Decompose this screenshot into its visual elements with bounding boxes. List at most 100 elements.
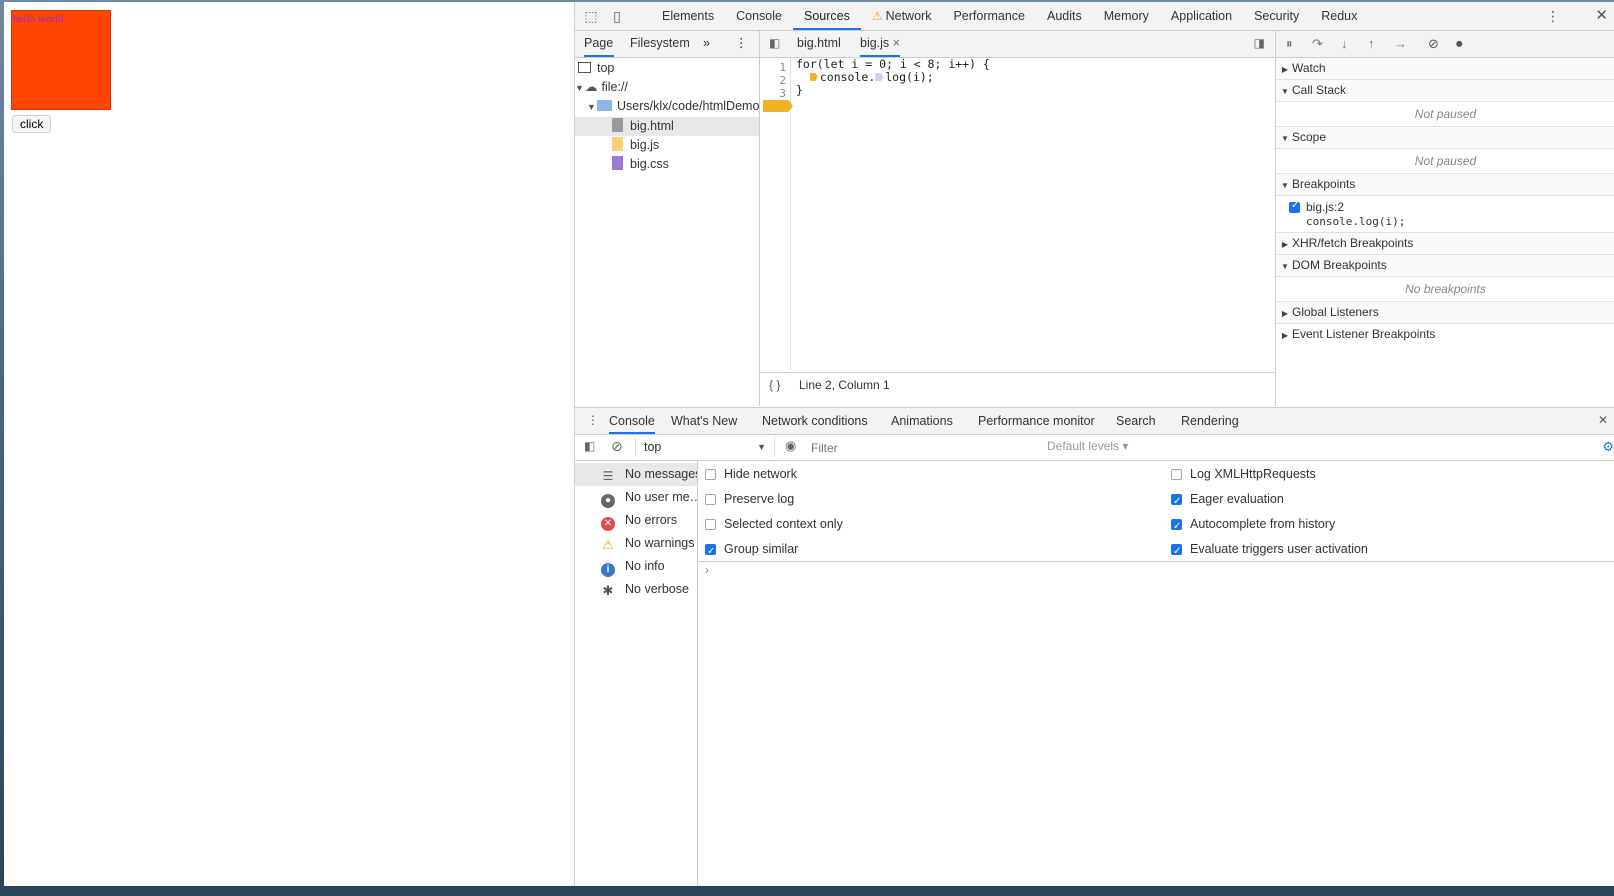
clear-console-icon[interactable]: ⊘ — [611, 438, 623, 455]
code-content[interactable]: for(let i = 0; i < 8; i++) { console. log… — [796, 58, 990, 97]
pretty-print-icon[interactable]: { } — [769, 373, 780, 397]
checkbox[interactable] — [705, 519, 716, 530]
device-toolbar-icon[interactable]: ▯ — [609, 8, 625, 24]
code-line-3: } — [796, 83, 803, 97]
tab-performance[interactable]: Performance — [942, 2, 1036, 30]
drawer-tab-animations[interactable]: Animations — [891, 408, 953, 434]
setting-selected-context-only[interactable]: Selected context only — [705, 514, 843, 534]
more-options-icon[interactable]: ⋮ — [1546, 8, 1560, 25]
bug-icon: ✱ — [602, 583, 614, 598]
live-expression-eye-icon[interactable]: ◉ — [785, 438, 796, 454]
checkbox[interactable] — [1171, 542, 1182, 562]
editor-tab-big-html[interactable]: big.html — [797, 31, 841, 57]
tab-sources[interactable]: Sources — [792, 2, 861, 30]
pause-icon[interactable]: ⏸ — [1286, 36, 1293, 52]
breakpoint-checkbox[interactable] — [1289, 200, 1300, 213]
info-icon: i — [601, 563, 615, 577]
inline-breakpoint-icon[interactable] — [875, 73, 884, 81]
breakpoints-label: Breakpoints — [1292, 177, 1356, 191]
page-viewport: hello world click — [4, 2, 575, 886]
checkbox[interactable] — [705, 494, 716, 505]
tree-origin[interactable]: ▼☁ file:// — [575, 78, 759, 97]
tree-file-big-css[interactable]: big.css — [575, 155, 759, 174]
navigator-menu-icon[interactable]: ⋮ — [735, 31, 748, 57]
deactivate-breakpoints-icon[interactable]: ⊘ — [1428, 36, 1439, 52]
line-number: 2 — [779, 74, 786, 87]
breakpoint-marker[interactable] — [763, 100, 793, 112]
close-tab-icon[interactable]: × — [893, 36, 900, 50]
checkbox[interactable] — [1171, 492, 1182, 512]
toggle-debugger-icon[interactable]: ◨ — [1254, 36, 1265, 50]
step-over-icon[interactable]: ↷ — [1312, 36, 1323, 52]
line-number: 3 — [779, 87, 786, 100]
toggle-navigator-icon[interactable]: ◧ — [769, 36, 780, 50]
console-prompt[interactable]: › — [705, 563, 709, 577]
call-stack-section[interactable]: ▼ Call Stack — [1276, 80, 1614, 102]
global-listeners-section[interactable]: ▶ Global Listeners — [1276, 302, 1614, 324]
tab-redux[interactable]: Redux — [1310, 2, 1368, 30]
scope-section[interactable]: ▼ Scope — [1276, 127, 1614, 149]
console-filter-errors[interactable]: ✕ No errors — [575, 509, 697, 532]
tree-folder[interactable]: ▼ Users/klx/code/htmlDemo — [575, 97, 759, 116]
tree-top[interactable]: top — [575, 59, 759, 78]
breakpoint-item: big.js:2 console.log(i); — [1276, 196, 1614, 233]
console-filter-messages[interactable]: ☰ No messages — [575, 463, 697, 486]
xhr-breakpoints-section[interactable]: ▶ XHR/fetch Breakpoints — [1276, 233, 1614, 255]
debugger-sidebar: ⏸ ↷ ↓ ↑ → ⊘ ⏺ ▶ Watch ▼ Call Stack Not pau… — [1275, 31, 1614, 406]
step-icon[interactable]: → — [1394, 36, 1407, 51]
tab-application[interactable]: Application — [1160, 2, 1243, 30]
tree-file-big-html[interactable]: big.html — [575, 117, 759, 136]
checkbox[interactable] — [705, 469, 716, 480]
drawer-tab-performance-monitor[interactable]: Performance monitor — [978, 408, 1095, 434]
tab-audits[interactable]: Audits — [1036, 2, 1093, 30]
drawer-tab-whats-new[interactable]: What's New — [671, 408, 737, 434]
breakpoints-section[interactable]: ▼ Breakpoints — [1276, 174, 1614, 196]
console-filter-verbose[interactable]: ✱ No verbose — [575, 578, 697, 601]
checkbox[interactable] — [1171, 517, 1182, 537]
close-drawer-icon[interactable]: ✕ — [1598, 413, 1608, 427]
expanded-arrow-icon: ▼ — [1281, 262, 1289, 271]
tab-page[interactable]: Page — [584, 31, 614, 57]
setting-log-xhr[interactable]: Log XMLHttpRequests — [1171, 464, 1316, 484]
tree-file-big-js[interactable]: big.js — [575, 136, 759, 155]
console-filter-input[interactable] — [809, 438, 1043, 458]
checkbox[interactable] — [1171, 469, 1182, 480]
watch-section[interactable]: ▶ Watch — [1276, 58, 1614, 80]
context-selector[interactable]: top ▼ — [635, 437, 775, 457]
setting-hide-network[interactable]: Hide network — [705, 464, 797, 484]
log-levels-dropdown[interactable]: Default levels ▾ — [1047, 439, 1128, 453]
setting-group-similar[interactable]: Group similar — [705, 539, 798, 562]
tab-console[interactable]: Console — [725, 2, 793, 30]
inspect-element-icon[interactable]: ⬚ — [583, 8, 599, 24]
console-settings-gear-icon[interactable]: ⚙ — [1602, 439, 1614, 455]
step-into-icon[interactable]: ↓ — [1341, 36, 1348, 51]
drawer-tab-console[interactable]: Console — [609, 408, 655, 434]
tab-security[interactable]: Security — [1243, 2, 1310, 30]
tab-filesystem[interactable]: Filesystem — [630, 31, 690, 57]
console-filter-warnings[interactable]: ⚠ No warnings — [575, 532, 697, 555]
step-out-icon[interactable]: ↑ — [1368, 36, 1375, 51]
setting-evaluate-triggers-activation[interactable]: Evaluate triggers user activation — [1171, 539, 1368, 562]
close-devtools-icon[interactable]: ✕ — [1595, 6, 1608, 24]
inline-breakpoint-icon[interactable] — [809, 73, 818, 81]
setting-preserve-log[interactable]: Preserve log — [705, 489, 794, 509]
event-listener-breakpoints-section[interactable]: ▶ Event Listener Breakpoints — [1276, 324, 1614, 345]
drawer-menu-icon[interactable]: ⋮ — [587, 413, 599, 427]
tab-memory[interactable]: Memory — [1093, 2, 1160, 30]
tab-network[interactable]: ⚠ Network — [861, 2, 943, 30]
setting-autocomplete-history[interactable]: Autocomplete from history — [1171, 514, 1335, 537]
console-sidebar-toggle-icon[interactable]: ◧ — [584, 439, 595, 453]
pause-on-exceptions-icon[interactable]: ⏺ — [1456, 36, 1463, 52]
checkbox[interactable] — [705, 542, 716, 562]
setting-eager-evaluation[interactable]: Eager evaluation — [1171, 489, 1284, 512]
console-filter-info[interactable]: i No info — [575, 555, 697, 578]
console-filter-user-messages[interactable]: ● No user me… — [575, 486, 697, 509]
dom-breakpoints-section[interactable]: ▼ DOM Breakpoints — [1276, 255, 1614, 277]
drawer-tab-search[interactable]: Search — [1116, 408, 1156, 434]
tab-elements[interactable]: Elements — [651, 2, 725, 30]
drawer-tab-rendering[interactable]: Rendering — [1181, 408, 1239, 434]
drawer-tab-network-conditions[interactable]: Network conditions — [762, 408, 868, 434]
editor-tab-big-js[interactable]: big.js × — [860, 31, 900, 57]
more-tabs-icon[interactable]: » — [703, 31, 710, 57]
click-button[interactable]: click — [12, 115, 52, 133]
